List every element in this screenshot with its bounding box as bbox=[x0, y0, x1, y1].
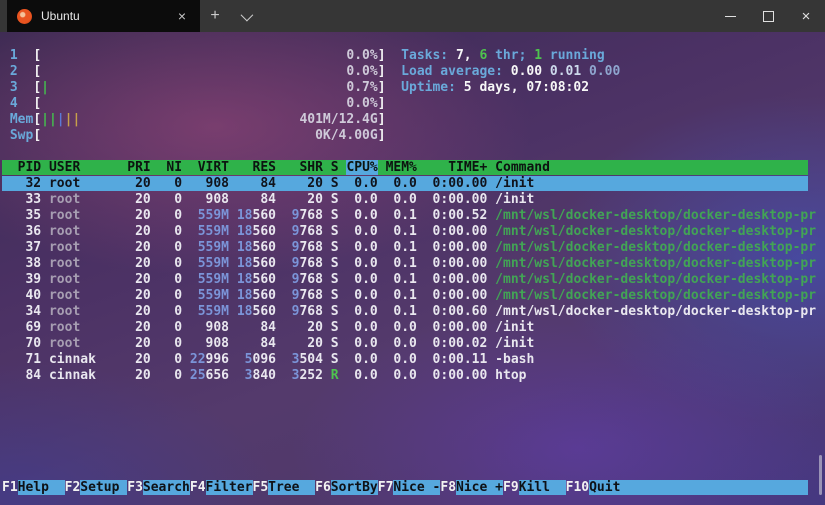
memory-meter: Mem[||||| 401M/12.4G] bbox=[2, 112, 386, 128]
fkey-button[interactable]: F8 bbox=[440, 480, 456, 495]
fkey-button[interactable]: F7 bbox=[378, 480, 394, 495]
cpu4-meter: 4 [ 0.0%] bbox=[2, 96, 386, 112]
process-row-69[interactable]: 69 root 20 0 908 84 20 S 0.0 0.0 0:00.00… bbox=[2, 320, 534, 336]
column-header[interactable]: VIRT bbox=[190, 160, 229, 175]
process-row-36[interactable]: 36 root 20 0 559M 18560 9768 S 0.0 0.1 0… bbox=[2, 224, 816, 240]
title-bar: Ubuntu × + × bbox=[0, 0, 825, 32]
column-header[interactable]: RES bbox=[237, 160, 276, 175]
tab-dropdown-button[interactable] bbox=[230, 0, 260, 32]
fkey-button[interactable]: F9 bbox=[503, 480, 519, 495]
process-row-34[interactable]: 34 root 20 0 559M 18560 9768 S 0.0 0.1 0… bbox=[2, 304, 816, 320]
fkey-button[interactable]: Quit bbox=[589, 480, 636, 495]
column-header[interactable]: PRI bbox=[127, 160, 150, 175]
process-row-32[interactable]: 32 root 20 0 908 84 20 S 0.0 0.0 0:00.00… bbox=[2, 176, 808, 192]
fkey-button[interactable] bbox=[636, 480, 808, 495]
column-header[interactable]: TIME+ bbox=[425, 160, 488, 175]
fkey-button[interactable]: Nice + bbox=[456, 480, 503, 495]
terminal-window: Ubuntu × + × 1 [ 0.0%] 2 [ 0.0%] bbox=[0, 0, 825, 505]
swap-meter: Swp[ 0K/4.00G] bbox=[2, 128, 386, 144]
fkey-button[interactable]: F1 bbox=[2, 480, 18, 495]
column-header[interactable] bbox=[276, 160, 284, 175]
column-header[interactable] bbox=[550, 160, 808, 175]
tab-title: Ubuntu bbox=[41, 9, 165, 23]
column-header[interactable] bbox=[41, 160, 49, 175]
process-row-38[interactable]: 38 root 20 0 559M 18560 9768 S 0.0 0.1 0… bbox=[2, 256, 816, 272]
new-tab-button[interactable]: + bbox=[200, 0, 230, 32]
column-header[interactable] bbox=[487, 160, 495, 175]
column-header[interactable]: CPU% bbox=[346, 160, 377, 175]
column-header[interactable] bbox=[323, 160, 331, 175]
fkey-button[interactable]: F4 bbox=[190, 480, 206, 495]
window-close-button[interactable]: × bbox=[787, 0, 825, 32]
title-bar-drag-region[interactable] bbox=[260, 0, 711, 32]
process-row-70[interactable]: 70 root 20 0 908 84 20 S 0.0 0.0 0:00.02… bbox=[2, 336, 534, 352]
tasks-summary: Tasks: 7, 6 thr; 1 running bbox=[2, 48, 605, 64]
fkey-button[interactable]: SortBy bbox=[331, 480, 378, 495]
fkey-button[interactable]: F2 bbox=[65, 480, 81, 495]
column-header[interactable] bbox=[417, 160, 425, 175]
process-row-39[interactable]: 39 root 20 0 559M 18560 9768 S 0.0 0.1 0… bbox=[2, 272, 816, 288]
fkey-button[interactable]: F3 bbox=[127, 480, 143, 495]
function-key-bar[interactable]: F1Help F2Setup F3SearchF4FilterF5Tree F6… bbox=[2, 480, 808, 496]
column-header[interactable]: PID bbox=[2, 160, 41, 175]
column-header[interactable] bbox=[378, 160, 386, 175]
fkey-button[interactable]: F6 bbox=[315, 480, 331, 495]
uptime: Uptime: 5 days, 07:08:02 bbox=[2, 80, 589, 96]
fkey-button[interactable]: Setup bbox=[80, 480, 127, 495]
scrollbar-thumb[interactable] bbox=[819, 455, 822, 495]
fkey-button[interactable]: Filter bbox=[206, 480, 253, 495]
fkey-button[interactable]: Help bbox=[18, 480, 65, 495]
fkey-button[interactable]: Search bbox=[143, 480, 190, 495]
chevron-down-icon bbox=[240, 8, 253, 21]
process-row-37[interactable]: 37 root 20 0 559M 18560 9768 S 0.0 0.1 0… bbox=[2, 240, 816, 256]
process-row-84[interactable]: 84 cinnak 20 0 25656 3840 3252 R 0.0 0.0… bbox=[2, 368, 526, 384]
column-header[interactable]: MEM% bbox=[386, 160, 417, 175]
load-average: Load average: 0.00 0.01 0.00 bbox=[2, 64, 620, 80]
fkey-button[interactable]: Nice - bbox=[393, 480, 440, 495]
fkey-button[interactable]: F10 bbox=[566, 480, 589, 495]
fkey-button[interactable]: F5 bbox=[253, 480, 269, 495]
process-row-71[interactable]: 71 cinnak 20 0 22996 5096 3504 S 0.0 0.0… bbox=[2, 352, 534, 368]
column-header[interactable]: SHR bbox=[284, 160, 323, 175]
process-row-35[interactable]: 35 root 20 0 559M 18560 9768 S 0.0 0.1 0… bbox=[2, 208, 816, 224]
terminal-tab-ubuntu[interactable]: Ubuntu × bbox=[7, 0, 200, 32]
minimize-icon bbox=[725, 16, 736, 17]
column-header[interactable] bbox=[182, 160, 190, 175]
column-header[interactable]: Command bbox=[495, 160, 550, 175]
minimize-button[interactable] bbox=[711, 0, 749, 32]
column-header[interactable]: S bbox=[331, 160, 339, 175]
column-header[interactable]: USER bbox=[49, 160, 119, 175]
maximize-icon bbox=[763, 11, 774, 22]
column-header[interactable] bbox=[229, 160, 237, 175]
fkey-button[interactable]: Kill bbox=[519, 480, 566, 495]
column-header[interactable] bbox=[151, 160, 159, 175]
htop-terminal: 1 [ 0.0%] 2 [ 0.0%] 3 [| 0.7%] 4 [ 0.0%]… bbox=[0, 32, 825, 505]
maximize-button[interactable] bbox=[749, 0, 787, 32]
process-row-40[interactable]: 40 root 20 0 559M 18560 9768 S 0.0 0.1 0… bbox=[2, 288, 816, 304]
table-header[interactable]: PID USER PRI NI VIRT RES SHR S CPU% MEM%… bbox=[2, 160, 808, 176]
ubuntu-logo-icon bbox=[17, 9, 32, 24]
column-header[interactable]: NI bbox=[159, 160, 182, 175]
fkey-button[interactable]: Tree bbox=[268, 480, 315, 495]
tab-close-icon[interactable]: × bbox=[174, 7, 190, 25]
process-row-33[interactable]: 33 root 20 0 908 84 20 S 0.0 0.0 0:00.00… bbox=[2, 192, 534, 208]
